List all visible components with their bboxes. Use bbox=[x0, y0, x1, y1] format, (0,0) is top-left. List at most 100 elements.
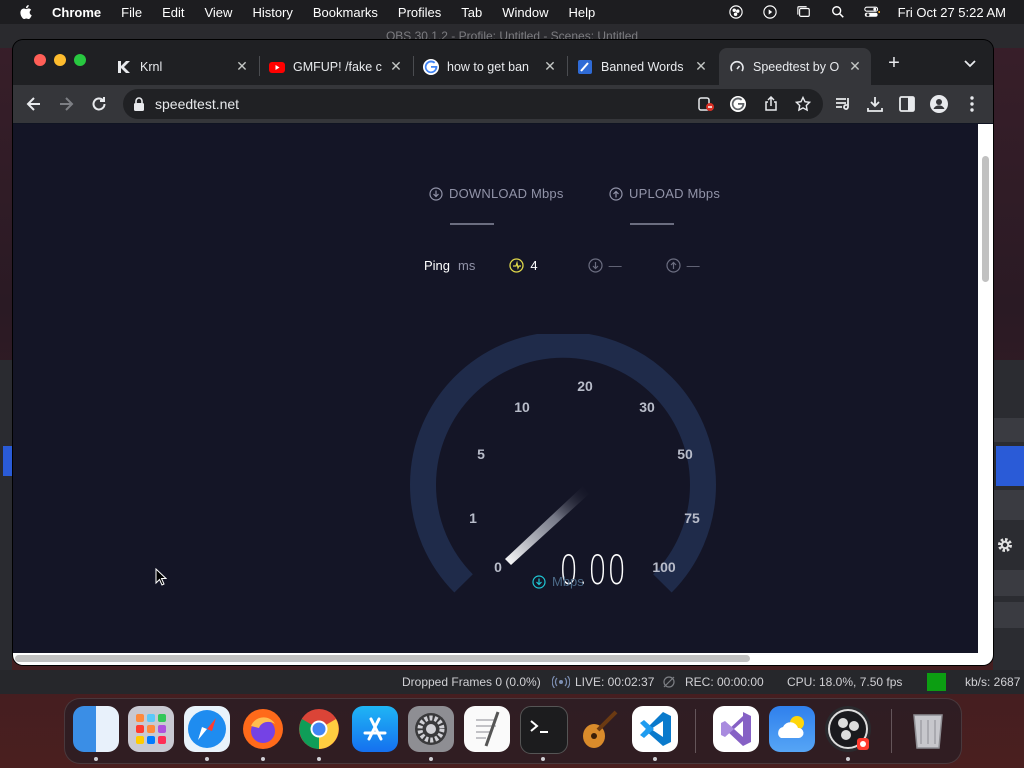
chrome-logo bbox=[299, 709, 339, 749]
menu-app-name[interactable]: Chrome bbox=[52, 5, 101, 20]
horizontal-scrollbar[interactable] bbox=[13, 653, 993, 665]
dropped-frames: Dropped Frames 0 (0.0%) bbox=[402, 675, 541, 689]
tab-close-icon[interactable]: ✕ bbox=[693, 58, 709, 75]
window-stack-icon[interactable] bbox=[796, 5, 812, 19]
tab-how-to-get-ban[interactable]: how to get ban ✕ bbox=[413, 48, 566, 85]
banned-words-favicon-icon bbox=[578, 59, 592, 74]
menu-help[interactable]: Help bbox=[569, 5, 596, 20]
tab-krnl[interactable]: Krnl ✕ bbox=[106, 48, 258, 85]
menu-window[interactable]: Window bbox=[502, 5, 548, 20]
menu-file[interactable]: File bbox=[121, 5, 142, 20]
vertical-scroll-thumb[interactable] bbox=[982, 156, 989, 282]
back-arrow-icon[interactable] bbox=[24, 94, 44, 114]
dock-separator bbox=[891, 709, 892, 753]
safari-icon[interactable] bbox=[184, 706, 230, 752]
launchpad-icon[interactable] bbox=[128, 706, 174, 752]
obs-right-button-3[interactable] bbox=[993, 602, 1024, 628]
tab-search-chevron-icon[interactable] bbox=[963, 56, 977, 70]
forward-arrow-icon[interactable] bbox=[56, 94, 76, 114]
url-text[interactable]: speedtest.net bbox=[155, 96, 239, 112]
reading-list-icon[interactable] bbox=[833, 94, 853, 114]
new-tab-plus-icon[interactable]: + bbox=[885, 53, 903, 73]
apple-logo-icon[interactable] bbox=[19, 5, 33, 19]
download-ping-icon bbox=[588, 258, 603, 273]
close-window-button[interactable] bbox=[34, 54, 46, 66]
running-indicator bbox=[94, 757, 98, 761]
menu-bookmarks[interactable]: Bookmarks bbox=[313, 5, 378, 20]
blocked-content-icon[interactable] bbox=[698, 96, 714, 112]
obs-tray-icon[interactable] bbox=[728, 5, 744, 19]
spotlight-search-icon[interactable] bbox=[830, 5, 846, 19]
tab-close-icon[interactable]: ✕ bbox=[542, 58, 558, 75]
profile-avatar-icon[interactable] bbox=[929, 94, 949, 114]
download-ping-value: — bbox=[608, 258, 622, 273]
side-panel-icon[interactable] bbox=[897, 94, 917, 114]
app-store-logo bbox=[363, 717, 387, 741]
vscode-icon[interactable] bbox=[632, 706, 678, 752]
running-indicator bbox=[846, 757, 850, 761]
running-indicator bbox=[261, 757, 265, 761]
live-time: LIVE: 00:02:37 bbox=[575, 675, 655, 689]
menu-history[interactable]: History bbox=[252, 5, 292, 20]
menu-edit[interactable]: Edit bbox=[162, 5, 184, 20]
menu-profiles[interactable]: Profiles bbox=[398, 5, 441, 20]
upload-placeholder-line bbox=[630, 223, 674, 225]
control-center-icon[interactable] bbox=[863, 5, 880, 19]
bookmark-star-icon[interactable] bbox=[795, 96, 811, 112]
weather-icon[interactable] bbox=[769, 706, 815, 752]
obs-right-button-2[interactable] bbox=[993, 570, 1024, 596]
tab-close-icon[interactable]: ✕ bbox=[234, 58, 250, 75]
tab-speedtest[interactable]: Speedtest by O ✕ bbox=[719, 48, 871, 85]
horizontal-scroll-thumb[interactable] bbox=[15, 655, 750, 662]
system-settings-icon[interactable] bbox=[408, 706, 454, 752]
rec-time: REC: 00:00:00 bbox=[685, 675, 764, 689]
reload-icon[interactable] bbox=[89, 94, 109, 114]
address-bar[interactable]: speedtest.net bbox=[123, 89, 823, 119]
menu-tab[interactable]: Tab bbox=[461, 5, 482, 20]
safari-compass bbox=[188, 710, 226, 748]
gauge-tick-1: 1 bbox=[469, 510, 477, 526]
tab-close-icon[interactable]: ✕ bbox=[847, 58, 863, 75]
menu-bar: Chrome File Edit View History Bookmarks … bbox=[0, 0, 1024, 24]
chrome-app-icon[interactable] bbox=[296, 706, 342, 752]
finder-icon[interactable] bbox=[73, 706, 119, 752]
live-broadcast-icon bbox=[552, 676, 570, 688]
textedit-icon[interactable] bbox=[464, 706, 510, 752]
guitar bbox=[583, 710, 618, 748]
weather-cloud bbox=[778, 716, 804, 738]
terminal-icon[interactable] bbox=[520, 706, 568, 754]
download-icon[interactable] bbox=[865, 94, 885, 114]
obs-app-icon[interactable] bbox=[825, 706, 871, 752]
zoom-window-button[interactable] bbox=[74, 54, 86, 66]
tab-banned-words[interactable]: Banned Words ✕ bbox=[567, 48, 717, 85]
menu-clock[interactable]: Fri Oct 27 5:22 AM bbox=[898, 5, 1006, 20]
trash-icon[interactable] bbox=[905, 706, 951, 752]
lock-icon[interactable] bbox=[133, 97, 145, 111]
obs-right-button[interactable] bbox=[993, 490, 1024, 520]
ping-unit: ms bbox=[458, 258, 476, 273]
visual-studio-logo bbox=[721, 712, 751, 746]
visual-studio-icon[interactable] bbox=[713, 706, 759, 752]
upload-ping-icon bbox=[666, 258, 681, 273]
minimize-window-button[interactable] bbox=[54, 54, 66, 66]
tab-close-icon[interactable]: ✕ bbox=[388, 58, 404, 75]
google-lens-icon[interactable] bbox=[730, 96, 746, 112]
garageband-icon[interactable] bbox=[576, 706, 622, 752]
obs-left-panel bbox=[0, 360, 12, 690]
app-store-icon[interactable] bbox=[352, 706, 398, 752]
firefox-icon[interactable] bbox=[240, 706, 286, 752]
upload-ping-value: — bbox=[686, 258, 700, 273]
speed-unit-label: Mbps bbox=[532, 574, 584, 589]
play-circle-icon[interactable] bbox=[762, 5, 778, 19]
kebab-menu-icon[interactable] bbox=[962, 94, 982, 114]
tab-gmfup[interactable]: GMFUP! /fake c ✕ bbox=[259, 48, 412, 85]
menu-view[interactable]: View bbox=[204, 5, 232, 20]
obs-right-selection[interactable] bbox=[996, 446, 1024, 486]
running-indicator bbox=[205, 757, 209, 761]
vertical-scrollbar[interactable] bbox=[978, 124, 993, 653]
download-metric-label: DOWNLOAD Mbps bbox=[429, 186, 564, 201]
obs-settings-gear-icon[interactable] bbox=[996, 536, 1014, 554]
vscode-logo bbox=[640, 712, 671, 746]
ping-latency-icon bbox=[509, 258, 525, 273]
share-icon[interactable] bbox=[763, 96, 779, 112]
